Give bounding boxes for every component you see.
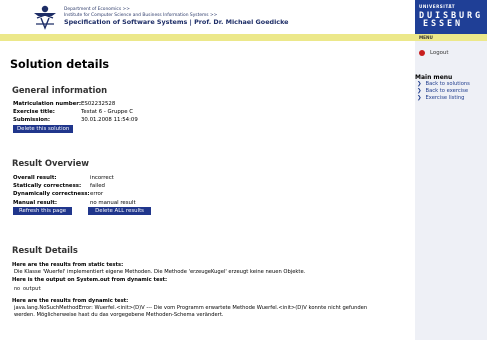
result-details: Here are the results from static tests: … bbox=[12, 261, 410, 318]
overview-row-manual: Manual result: no manual result bbox=[13, 199, 151, 207]
overview-label: Statically correctness: bbox=[13, 183, 82, 190]
chevron-right-icon: ❯ bbox=[417, 95, 422, 101]
university-logo: D U I S B U R G E S S E N bbox=[419, 11, 481, 29]
delete-solution-button[interactable]: Delete this solution bbox=[13, 124, 74, 133]
static-tests-title: Here are the results from static tests: bbox=[12, 262, 124, 268]
overview-row-static: Statically correctness: failed bbox=[13, 182, 151, 190]
chevron-right-icon: ❯ bbox=[417, 88, 422, 94]
sysout-title: Here is the output on System.out from dy… bbox=[12, 277, 168, 284]
result-details-heading: Result Details bbox=[12, 245, 78, 255]
menu-item-back-to-exercise[interactable]: ❯ Back to exercise bbox=[417, 88, 470, 95]
logout-icon bbox=[419, 50, 425, 56]
info-row-submission: Submission: 30.01.2008 11:54:09 bbox=[13, 116, 138, 124]
overview-value: incorrect bbox=[90, 175, 114, 181]
info-row-exercise-title: Exercise title: Testat 6 - Gruppe C bbox=[13, 108, 138, 116]
info-value: 30.01.2008 11:54:09 bbox=[81, 117, 138, 124]
info-value: Testat 6 - Gruppe C bbox=[81, 109, 133, 116]
sysout-text: no output bbox=[14, 286, 42, 293]
main-menu-heading: Main menu bbox=[415, 74, 453, 81]
info-value: ES02232528 bbox=[81, 101, 116, 107]
institute-logo-icon bbox=[34, 5, 56, 30]
page-title: Solution details bbox=[10, 58, 110, 71]
overview-label: Dynamically correctness: bbox=[13, 191, 90, 198]
menu-label: MENU bbox=[419, 35, 433, 40]
menu-item-label: Back to exercise bbox=[425, 88, 469, 94]
menu-item-label: Exercise listing bbox=[425, 95, 465, 101]
general-information-table: Matriculation number: ES02232528 Exercis… bbox=[13, 100, 138, 133]
page-header: Department of Economics >> Institute for… bbox=[0, 0, 487, 34]
refresh-page-button[interactable]: Refresh this page bbox=[13, 206, 73, 215]
static-tests-text: Die Klasse 'Wuerfel' implementiert eigen… bbox=[14, 269, 306, 275]
menu-item-exercise-listing[interactable]: ❯ Exercise listing bbox=[417, 95, 470, 102]
result-overview-table: Overall result: incorrect Statically cor… bbox=[13, 174, 151, 215]
overview-label: Overall result: bbox=[13, 175, 57, 181]
logout-label: Logout bbox=[430, 50, 449, 56]
university-logo-box: UNIVERSITÄT D U I S B U R G E S S E N bbox=[415, 0, 487, 34]
dynamic-tests-title: Here are the results from dynamic test: bbox=[12, 298, 129, 305]
overview-row-dynamic: Dynamically correctness: error bbox=[13, 190, 151, 198]
sidebar: UNIVERSITÄT D U I S B U R G E S S E N ME… bbox=[415, 0, 487, 340]
overview-label: Manual result: bbox=[13, 199, 57, 206]
result-overview-heading: Result Overview bbox=[12, 158, 90, 168]
menu-item-back-to-solutions[interactable]: ❯ Back to solutions bbox=[417, 81, 470, 88]
chevron-right-icon: ❯ bbox=[417, 81, 422, 87]
info-label: Exercise title: bbox=[13, 109, 55, 116]
info-label: Submission: bbox=[13, 117, 51, 124]
main-menu-list: ❯ Back to solutions ❯ Back to exercise ❯… bbox=[417, 81, 470, 102]
dynamic-tests-text: java.lang.NoSuchMethodError: Wuerfel.<in… bbox=[14, 305, 368, 318]
logout-link[interactable]: Logout bbox=[419, 50, 448, 56]
menu-item-label: Back to solutions bbox=[425, 81, 470, 87]
delete-all-results-button[interactable]: Delete ALL results bbox=[88, 206, 151, 215]
info-row-matriculation: Matriculation number: ES02232528 bbox=[13, 100, 138, 108]
header-accent-bar bbox=[0, 34, 415, 41]
overview-row-overall: Overall result: incorrect bbox=[13, 174, 151, 182]
overview-value: error bbox=[90, 191, 104, 198]
site-title[interactable]: Specification of Software Systems | Prof… bbox=[64, 18, 289, 27]
overview-value: no manual result bbox=[90, 199, 136, 206]
info-label: Matriculation number: bbox=[13, 101, 82, 107]
overview-value: failed bbox=[90, 183, 105, 190]
general-information-heading: General information bbox=[12, 85, 108, 95]
university-label: UNIVERSITÄT bbox=[419, 4, 456, 9]
